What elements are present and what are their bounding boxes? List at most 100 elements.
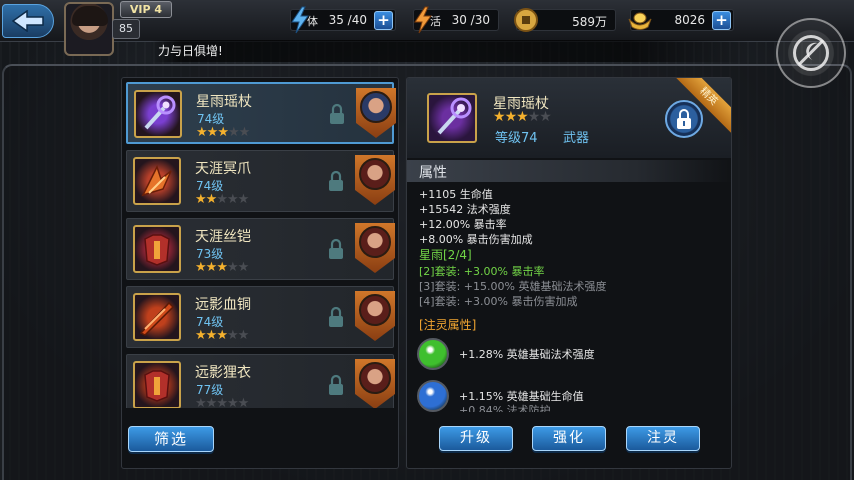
armor-icon bbox=[144, 370, 170, 402]
coin-icon bbox=[514, 8, 538, 32]
gold-resource: 8026 + bbox=[628, 9, 734, 31]
energy-resource: 活 30 /30 bbox=[413, 6, 499, 34]
attribute-line: +8.00% 暴击伤害加成 bbox=[419, 233, 533, 246]
lock-icon bbox=[329, 374, 343, 395]
star-icon: ★ bbox=[238, 125, 251, 140]
attribute-line: +15542 法术强度 bbox=[419, 203, 511, 216]
infusion-orb-icon bbox=[417, 338, 449, 370]
gold-value: 8026 bbox=[674, 13, 705, 27]
ball-icon bbox=[793, 35, 829, 71]
equipment-icon bbox=[133, 157, 181, 205]
armor-icon bbox=[144, 234, 170, 266]
star-icon: ★ bbox=[195, 396, 207, 408]
back-button[interactable] bbox=[2, 4, 54, 38]
detail-item-level: 等级74 bbox=[495, 131, 538, 146]
stamina-resource: 体 35 /40 + bbox=[290, 6, 396, 34]
attribute-line: [2]套装: +3.00% 暴击率 bbox=[419, 265, 545, 278]
star-icon: ★ bbox=[216, 328, 228, 343]
star-icon: ★ bbox=[196, 125, 208, 140]
star-icon: ★ bbox=[217, 125, 229, 140]
attribute-line: 星雨[2/4] bbox=[419, 248, 472, 262]
infusion-row: +1.28% 英雄基础法术强度 bbox=[417, 338, 717, 374]
lock-toggle-button[interactable] bbox=[665, 100, 703, 138]
equipment-name: 远影血铜 bbox=[195, 297, 251, 313]
claw-icon bbox=[141, 165, 172, 197]
add-stamina-button[interactable]: + bbox=[374, 11, 393, 30]
star-icon: ★ bbox=[226, 192, 239, 207]
staff-icon bbox=[437, 97, 472, 135]
equipment-icon bbox=[134, 90, 182, 138]
star-icon: ★ bbox=[216, 396, 228, 408]
star-icon: ★ bbox=[216, 260, 228, 275]
player-level-badge: 85 bbox=[112, 19, 140, 39]
equipment-icon bbox=[133, 361, 181, 408]
equipment-list-item[interactable]: 天涯冥爪 74级 ★★★★★ bbox=[126, 150, 395, 212]
infusion-subtext: +0.84% 法术防护 bbox=[459, 404, 551, 412]
star-icon: ★ bbox=[195, 328, 207, 343]
star-icon: ★ bbox=[216, 192, 228, 207]
upgrade-button[interactable]: 升级 bbox=[439, 426, 513, 451]
equipment-icon bbox=[133, 225, 181, 273]
attributes-scroll-area[interactable]: +1105 生命值 +15542 法术强度 +12.00% 暴击率 +8.00% 暴击… bbox=[407, 184, 731, 412]
detail-star-rating: ★★★★★ bbox=[493, 109, 552, 125]
equipment-list-item[interactable]: 远影血铜 74级 ★★★★★ bbox=[126, 286, 395, 348]
attributes-section-header: 属性 bbox=[407, 160, 731, 182]
add-gold-button[interactable]: + bbox=[712, 11, 731, 30]
filter-button[interactable]: 筛选 bbox=[128, 426, 214, 452]
equipment-name: 天涯冥爪 bbox=[195, 161, 251, 177]
detail-item-icon bbox=[427, 93, 477, 143]
infusion-orb-icon bbox=[417, 380, 449, 412]
star-icon: ★ bbox=[206, 125, 219, 140]
equipment-list-item[interactable]: 星雨瑶杖 74级 ★★★★★ bbox=[126, 82, 396, 144]
lock-icon bbox=[330, 103, 344, 124]
star-icon: ★ bbox=[237, 192, 250, 207]
notice-banner: 力与日俱增! bbox=[150, 40, 750, 62]
hero-portrait bbox=[355, 223, 395, 273]
energy-label: 活 bbox=[430, 15, 441, 28]
back-arrow-icon bbox=[11, 10, 44, 32]
star-icon: ★ bbox=[516, 109, 529, 125]
star-icon: ★ bbox=[227, 125, 240, 140]
star-icon: ★ bbox=[237, 328, 250, 343]
star-icon: ★ bbox=[226, 260, 239, 275]
gold-ingot-icon bbox=[628, 12, 652, 30]
equipment-icon bbox=[133, 293, 181, 341]
detail-item-type: 武器 bbox=[563, 131, 590, 146]
equipment-name: 天涯丝铠 bbox=[195, 229, 251, 245]
infuse-button[interactable]: 注灵 bbox=[626, 426, 700, 451]
infusion-text: +1.28% 英雄基础法术强度 bbox=[459, 348, 595, 361]
vip-badge[interactable]: VIP 4 bbox=[120, 1, 172, 18]
detail-header: 星雨瑶杖 ★★★★★ 等级74 武器 精英 bbox=[407, 78, 731, 158]
star-rating: ★★★★★ bbox=[195, 192, 250, 207]
star-rating: ★★★★★ bbox=[195, 260, 250, 275]
star-icon: ★ bbox=[205, 192, 218, 207]
lock-icon bbox=[329, 306, 343, 327]
blade-icon bbox=[139, 301, 175, 336]
coins-value: 589万 bbox=[572, 15, 607, 29]
equipment-list-panel: 星雨瑶杖 74级 ★★★★★ 天涯冥爪 74级 ★★★★★ 天涯丝铠 73级 ★★★★★ 远影血铜… bbox=[121, 77, 399, 469]
equipment-list-item[interactable]: 天涯丝铠 73级 ★★★★★ bbox=[126, 218, 395, 280]
equipment-list[interactable]: 星雨瑶杖 74级 ★★★★★ 天涯冥爪 74级 ★★★★★ 天涯丝铠 73级 ★★★★★ 远影血铜… bbox=[122, 78, 398, 408]
attribute-line: +12.00% 暴击率 bbox=[419, 218, 507, 231]
stamina-value: 35 /40 bbox=[328, 13, 367, 27]
player-avatar[interactable] bbox=[64, 2, 114, 56]
star-icon: ★ bbox=[226, 328, 239, 343]
star-rating: ★★★★★ bbox=[195, 328, 250, 343]
infusion-attributes-title: [注灵属性] bbox=[419, 318, 477, 332]
infusion-row: +1.15% 英雄基础生命值 +0.84% 法术防护 bbox=[417, 380, 717, 412]
star-icon: ★ bbox=[205, 260, 218, 275]
hero-portrait bbox=[355, 155, 395, 205]
stamina-label: 体 bbox=[307, 15, 318, 28]
star-icon: ★ bbox=[195, 192, 207, 207]
star-icon: ★ bbox=[237, 260, 250, 275]
settings-circle-button[interactable] bbox=[776, 18, 846, 88]
enhance-button[interactable]: 强化 bbox=[532, 426, 606, 451]
equipment-list-item[interactable]: 远影狸衣 77级 ★★★★★ bbox=[126, 354, 395, 408]
star-icon: ★ bbox=[226, 396, 239, 408]
attributes-title: 属性 bbox=[419, 165, 447, 181]
energy-value: 30 /30 bbox=[451, 13, 490, 27]
star-icon: ★ bbox=[195, 260, 207, 275]
hero-portrait bbox=[355, 359, 395, 408]
star-icon: ★ bbox=[539, 109, 552, 125]
star-icon: ★ bbox=[205, 328, 218, 343]
